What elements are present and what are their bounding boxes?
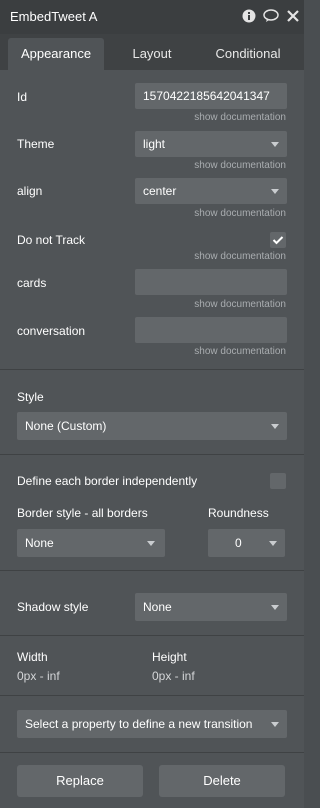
chevron-down-icon bbox=[269, 541, 277, 546]
cards-label: cards bbox=[17, 276, 47, 290]
roundness-stepper[interactable]: 0 bbox=[208, 529, 285, 557]
shadow-style-dropdown[interactable]: None bbox=[135, 593, 287, 621]
divider bbox=[0, 570, 304, 571]
theme-dropdown[interactable]: light bbox=[135, 131, 287, 157]
conversation-input[interactable] bbox=[135, 317, 287, 343]
tab-bar: Appearance Layout Conditional bbox=[0, 34, 304, 70]
align-dropdown[interactable]: center bbox=[135, 178, 287, 204]
width-value[interactable]: 0px - inf bbox=[17, 669, 60, 683]
chevron-down-icon bbox=[271, 424, 279, 429]
title-bar: EmbedTweet A bbox=[0, 0, 304, 34]
show-documentation-link[interactable]: show documentation bbox=[194, 251, 286, 262]
checkmark-icon bbox=[272, 236, 284, 245]
chevron-down-icon bbox=[147, 541, 155, 546]
tab-conditional[interactable]: Conditional bbox=[200, 38, 296, 70]
delete-button[interactable]: Delete bbox=[159, 765, 285, 797]
style-label: Style bbox=[17, 390, 44, 404]
define-each-border-checkbox[interactable] bbox=[270, 473, 286, 489]
chevron-down-icon bbox=[271, 142, 279, 147]
show-documentation-link[interactable]: show documentation bbox=[194, 299, 286, 310]
chevron-down-icon bbox=[271, 189, 279, 194]
width-label: Width bbox=[17, 650, 48, 664]
divider bbox=[0, 752, 304, 753]
id-input[interactable]: 1570422185642041347 bbox=[135, 83, 287, 109]
show-documentation-link[interactable]: show documentation bbox=[194, 208, 286, 219]
theme-value: light bbox=[143, 137, 166, 151]
id-label: Id bbox=[17, 90, 28, 104]
height-label: Height bbox=[152, 650, 187, 664]
info-icon[interactable] bbox=[242, 9, 256, 26]
comment-icon[interactable] bbox=[263, 9, 279, 26]
border-style-dropdown[interactable]: None bbox=[17, 529, 165, 557]
do-not-track-checkbox[interactable] bbox=[270, 232, 286, 248]
do-not-track-label: Do not Track bbox=[17, 233, 86, 247]
transition-placeholder: Select a property to define a new transi… bbox=[25, 717, 253, 731]
theme-label: Theme bbox=[17, 137, 55, 151]
roundness-value: 0 bbox=[235, 536, 242, 550]
replace-button[interactable]: Replace bbox=[17, 765, 143, 797]
divider bbox=[0, 635, 304, 636]
id-value: 1570422185642041347 bbox=[143, 89, 270, 103]
divider bbox=[0, 454, 304, 455]
close-icon[interactable] bbox=[287, 9, 299, 26]
define-each-border-label: Define each border independently bbox=[17, 474, 198, 488]
transition-dropdown[interactable]: Select a property to define a new transi… bbox=[17, 710, 287, 738]
chevron-down-icon bbox=[271, 605, 279, 610]
border-style-value: None bbox=[25, 536, 54, 550]
roundness-label: Roundness bbox=[208, 506, 269, 520]
shadow-style-label: Shadow style bbox=[17, 600, 89, 614]
style-dropdown[interactable]: None (Custom) bbox=[17, 412, 287, 440]
divider bbox=[0, 369, 304, 370]
property-editor-panel: EmbedTweet A Appearance Layout Condition… bbox=[0, 0, 304, 808]
cards-input[interactable] bbox=[135, 269, 287, 295]
style-value: None (Custom) bbox=[25, 419, 107, 433]
shadow-style-value: None bbox=[143, 600, 172, 614]
align-label: align bbox=[17, 184, 43, 198]
tab-layout[interactable]: Layout bbox=[104, 38, 200, 70]
align-value: center bbox=[143, 184, 177, 198]
tab-appearance[interactable]: Appearance bbox=[8, 38, 104, 70]
element-title: EmbedTweet A bbox=[10, 9, 98, 24]
border-style-label: Border style - all borders bbox=[17, 506, 148, 520]
conversation-label: conversation bbox=[17, 324, 86, 338]
height-value[interactable]: 0px - inf bbox=[152, 669, 195, 683]
show-documentation-link[interactable]: show documentation bbox=[194, 346, 286, 357]
divider bbox=[0, 695, 304, 696]
show-documentation-link[interactable]: show documentation bbox=[194, 112, 286, 123]
show-documentation-link[interactable]: show documentation bbox=[194, 160, 286, 171]
chevron-down-icon bbox=[271, 722, 279, 727]
